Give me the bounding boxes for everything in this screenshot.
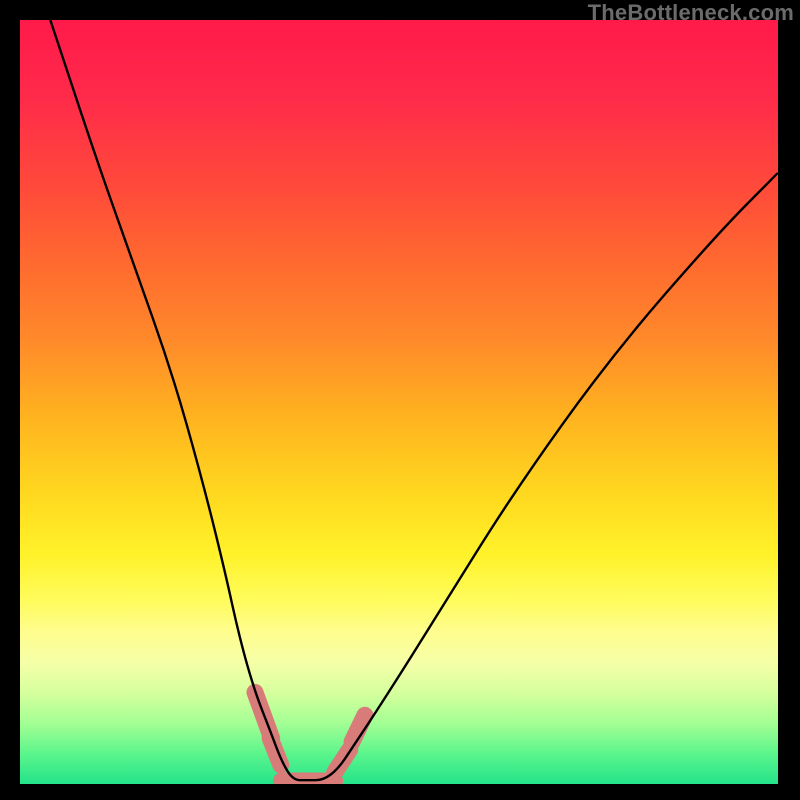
bottleneck-curve (50, 20, 778, 780)
curve-layer (20, 20, 778, 784)
plot-area (20, 20, 778, 784)
chart-stage: TheBottleneck.com (0, 0, 800, 800)
